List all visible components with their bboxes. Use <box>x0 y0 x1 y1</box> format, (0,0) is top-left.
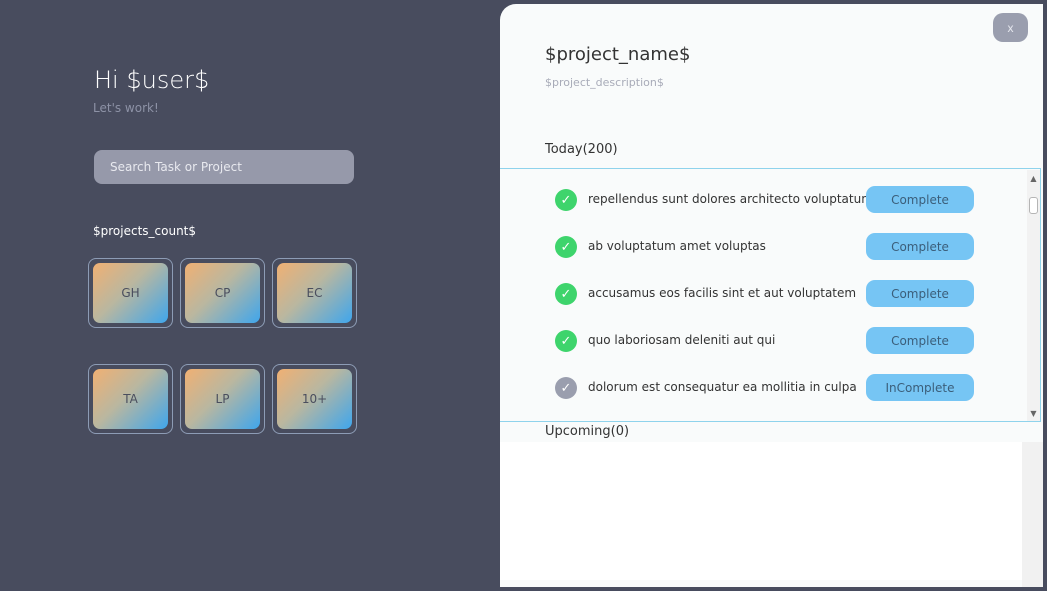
close-button[interactable]: x <box>993 13 1028 42</box>
upcoming-list-gutter <box>1022 442 1043 587</box>
task-status-button[interactable]: InComplete <box>866 374 974 401</box>
scrollbar-thumb[interactable] <box>1029 197 1038 214</box>
task-list-scrollbar[interactable]: ▲ ▼ <box>1027 170 1040 421</box>
chevron-down-icon[interactable]: ▼ <box>1027 407 1040 419</box>
project-tile-label: TA <box>93 369 168 429</box>
dashboard-sidebar: Hi $user$ Let's work! $projects_count$ G… <box>0 0 500 591</box>
task-row: ✓ repellendus sunt dolores architecto vo… <box>555 186 975 214</box>
task-status-button[interactable]: Complete <box>866 186 974 213</box>
projects-count-label: $projects_count$ <box>93 224 197 238</box>
task-title: dolorum est consequatur ea mollitia in c… <box>588 380 857 394</box>
project-tile-label: 10+ <box>277 369 352 429</box>
check-icon[interactable]: ✓ <box>555 377 577 399</box>
project-tile-lp[interactable]: LP <box>180 364 265 434</box>
greeting-subtitle: Let's work! <box>93 101 159 115</box>
task-row: ✓ dolorum est consequatur ea mollitia in… <box>555 374 975 402</box>
project-tile-ta[interactable]: TA <box>88 364 173 434</box>
task-row: ✓ ab voluptatum amet voluptas Complete <box>555 233 975 261</box>
task-title: quo laboriosam deleniti aut qui <box>588 333 776 347</box>
check-icon[interactable]: ✓ <box>555 330 577 352</box>
project-tile-ec[interactable]: EC <box>272 258 357 328</box>
project-description: $project_description$ <box>545 76 664 89</box>
project-tile-gh[interactable]: GH <box>88 258 173 328</box>
task-title: repellendus sunt dolores architecto volu… <box>588 192 873 206</box>
project-tile-label: CP <box>185 263 260 323</box>
check-icon[interactable]: ✓ <box>555 283 577 305</box>
upcoming-section-label: Upcoming(0) <box>545 424 630 439</box>
chevron-up-icon[interactable]: ▲ <box>1027 172 1040 184</box>
project-tile-label: GH <box>93 263 168 323</box>
project-tile-label: EC <box>277 263 352 323</box>
task-status-button[interactable]: Complete <box>866 280 974 307</box>
task-status-button[interactable]: Complete <box>866 327 974 354</box>
task-title: ab voluptatum amet voluptas <box>588 239 766 253</box>
upcoming-task-list[interactable] <box>500 442 1022 580</box>
today-task-list[interactable]: ✓ repellendus sunt dolores architecto vo… <box>500 168 1041 422</box>
project-detail-panel: x $project_name$ $project_description$ T… <box>500 4 1043 587</box>
task-title: accusamus eos facilis sint et aut volupt… <box>588 286 857 300</box>
project-tile-cp[interactable]: CP <box>180 258 265 328</box>
check-icon[interactable]: ✓ <box>555 236 577 258</box>
search-input[interactable] <box>94 150 354 184</box>
check-icon[interactable]: ✓ <box>555 189 577 211</box>
task-row: ✓ accusamus eos facilis sint et aut volu… <box>555 280 975 308</box>
project-tile-label: LP <box>185 369 260 429</box>
project-title: $project_name$ <box>545 44 691 65</box>
task-status-button[interactable]: Complete <box>866 233 974 260</box>
project-tile-more[interactable]: 10+ <box>272 364 357 434</box>
greeting-title: Hi $user$ <box>94 66 210 94</box>
task-row: ✓ quo laboriosam deleniti aut qui Comple… <box>555 327 975 355</box>
today-section-label: Today(200) <box>545 142 618 157</box>
